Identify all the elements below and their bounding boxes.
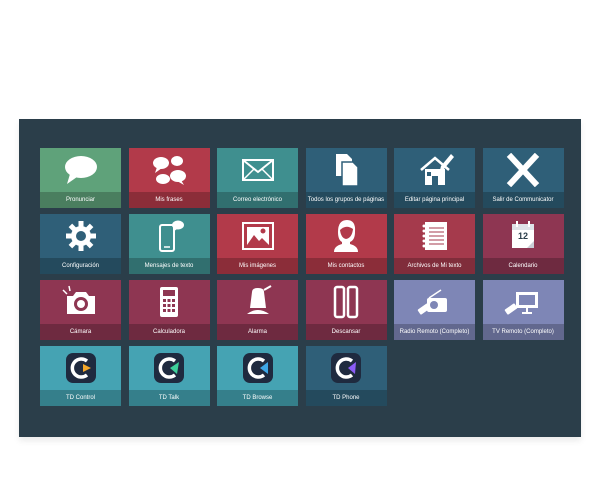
tile-label: Mensajes de texto xyxy=(128,258,210,274)
tile-td-phone[interactable]: TD Phone xyxy=(305,346,387,406)
radio-remote-icon xyxy=(417,289,447,315)
home-edit-icon xyxy=(419,154,454,185)
tile-mis-contactos[interactable]: Mis contactos xyxy=(305,214,387,274)
tile-label: Correo electrónico xyxy=(217,192,298,208)
tile-label: Salir de Communicator xyxy=(482,192,564,208)
gear-icon xyxy=(65,221,96,251)
tile-label: Todos los grupos de páginas xyxy=(305,192,387,208)
camera-icon xyxy=(61,285,95,314)
td-talk-logo-icon xyxy=(154,353,184,383)
tile-label: Configuración xyxy=(40,258,121,274)
tile-configuracion[interactable]: Configuración xyxy=(40,214,121,274)
tile-label: Mis imágenes xyxy=(217,258,298,274)
tile-label: TD Browse xyxy=(217,390,298,406)
contact-icon xyxy=(334,220,358,252)
chat-bubbles-icon xyxy=(153,156,186,185)
close-icon xyxy=(506,153,540,187)
calendar-icon: 12 xyxy=(512,221,534,248)
tile-salir-de-communicator[interactable]: Salir de Communicator xyxy=(482,148,564,208)
tile-mensajes-de-texto[interactable]: Mensajes de texto xyxy=(128,214,210,274)
tile-label: Archivos de Mi texto xyxy=(394,258,475,274)
tile-label: Calculadora xyxy=(128,324,210,340)
tile-label: TD Phone xyxy=(305,390,387,406)
pause-icon xyxy=(333,285,359,319)
phone-message-icon xyxy=(159,220,184,252)
tile-radio-remoto[interactable]: Radio Remoto (Completo) xyxy=(394,280,475,340)
picture-icon xyxy=(241,222,274,250)
bell-icon xyxy=(246,285,271,314)
tile-grid: Pronunciar Mis frases Correo electrónico… xyxy=(40,148,564,406)
tile-label: TD Talk xyxy=(128,390,210,406)
tile-label: Editar página principal xyxy=(394,192,475,208)
tile-mis-imagenes[interactable]: Mis imágenes xyxy=(217,214,298,274)
tile-editar-pagina-principal[interactable]: Editar página principal xyxy=(394,148,475,208)
tile-label: Alarma xyxy=(217,324,298,340)
tile-label: Mis frases xyxy=(128,192,210,208)
tile-label: Calendario xyxy=(482,258,564,274)
tile-calculadora[interactable]: Calculadora xyxy=(128,280,210,340)
tile-label: Mis contactos xyxy=(305,258,387,274)
tile-tv-remoto[interactable]: TV Remoto (Completo) xyxy=(482,280,564,340)
tile-td-talk[interactable]: TD Talk xyxy=(128,346,210,406)
tile-td-control[interactable]: TD Control xyxy=(40,346,121,406)
envelope-icon xyxy=(241,159,274,181)
td-control-logo-icon xyxy=(65,353,96,383)
tile-label: TD Control xyxy=(40,390,121,406)
tile-camara[interactable]: Cámara xyxy=(40,280,121,340)
speech-bubble-icon xyxy=(64,156,97,184)
notebook-icon xyxy=(422,222,447,250)
calendar-day: 12 xyxy=(518,231,528,241)
tile-label: Descansar xyxy=(305,324,387,340)
tile-alarma[interactable]: Alarma xyxy=(217,280,298,340)
tile-correo-electronico[interactable]: Correo electrónico xyxy=(217,148,298,208)
tile-calendario[interactable]: 12 Calendario xyxy=(482,214,564,274)
td-browse-logo-icon xyxy=(242,353,273,383)
tile-label: Radio Remoto (Completo) xyxy=(394,324,475,340)
communicator-screen: Pronunciar Mis frases Correo electrónico… xyxy=(19,119,581,437)
calculator-icon xyxy=(160,287,178,317)
pages-icon xyxy=(336,154,359,187)
td-phone-logo-icon xyxy=(331,353,361,383)
tile-td-browse[interactable]: TD Browse xyxy=(217,346,298,406)
tile-todos-los-grupos[interactable]: Todos los grupos de páginas xyxy=(305,148,387,208)
tile-mis-frases[interactable]: Mis frases xyxy=(128,148,210,208)
tv-remote-icon xyxy=(504,292,538,315)
tile-pronunciar[interactable]: Pronunciar xyxy=(40,148,121,208)
tile-archivos-de-mi-texto[interactable]: Archivos de Mi texto xyxy=(394,214,475,274)
tile-label: Cámara xyxy=(40,324,121,340)
tile-label: TV Remoto (Completo) xyxy=(482,324,564,340)
tile-descansar[interactable]: Descansar xyxy=(305,280,387,340)
tile-label: Pronunciar xyxy=(40,192,121,208)
